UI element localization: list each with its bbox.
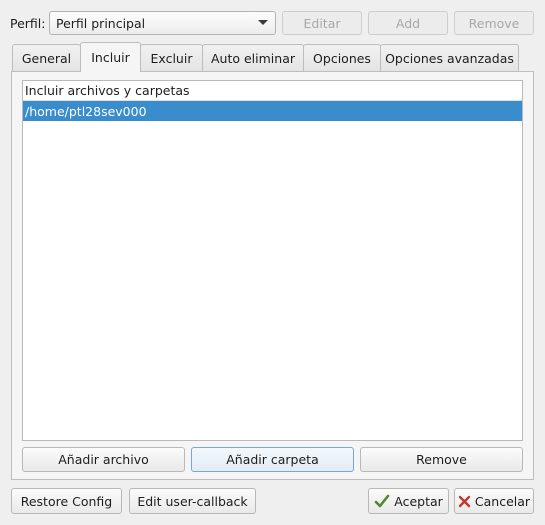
tab-label: Incluir xyxy=(91,50,130,65)
cancel-button[interactable]: Cancelar xyxy=(454,488,534,514)
remove-profile-button[interactable]: Remove xyxy=(454,11,534,35)
tab-general[interactable]: General xyxy=(12,44,81,71)
tab-incluir[interactable]: Incluir xyxy=(80,42,141,72)
add-file-button[interactable]: Añadir archivo xyxy=(22,447,185,472)
profile-label: Perfil: xyxy=(10,15,46,31)
tab-label: General xyxy=(21,50,72,66)
tab-opciones[interactable]: Opciones xyxy=(303,44,381,71)
tab-label: Opciones xyxy=(313,50,371,66)
tab-label: Opciones avanzadas xyxy=(385,50,514,66)
list-item[interactable]: /home/ptl28sev000 xyxy=(23,101,522,121)
edit-profile-button[interactable]: Editar xyxy=(282,11,362,35)
profile-select[interactable]: Perfil principal xyxy=(49,11,276,35)
include-list[interactable]: Incluir archivos y carpetas /home/ptl28s… xyxy=(22,80,523,441)
tab-label: Excluir xyxy=(150,50,193,66)
profile-select-value: Perfil principal xyxy=(56,15,146,31)
list-item-path: /home/ptl28sev000 xyxy=(25,103,147,119)
accept-label: Aceptar xyxy=(394,493,443,509)
remove-entry-button[interactable]: Remove xyxy=(360,447,523,472)
tab-opciones-avanzadas[interactable]: Opciones avanzadas xyxy=(380,44,519,71)
tab-label: Auto eliminar xyxy=(210,50,295,66)
tab-excluir[interactable]: Excluir xyxy=(140,44,203,71)
chevron-down-icon[interactable] xyxy=(258,20,268,25)
add-profile-button[interactable]: Add xyxy=(368,11,448,35)
accept-button[interactable]: Aceptar xyxy=(368,488,449,514)
list-header: Incluir archivos y carpetas xyxy=(23,81,522,101)
restore-config-button[interactable]: Restore Config xyxy=(11,488,122,514)
checkmark-icon xyxy=(374,494,390,508)
tab-auto-eliminar[interactable]: Auto eliminar xyxy=(202,44,304,71)
cancel-label: Cancelar xyxy=(474,493,531,509)
add-folder-button[interactable]: Añadir carpeta xyxy=(191,447,354,472)
close-icon xyxy=(458,495,471,508)
edit-user-callback-button[interactable]: Edit user-callback xyxy=(129,488,256,514)
